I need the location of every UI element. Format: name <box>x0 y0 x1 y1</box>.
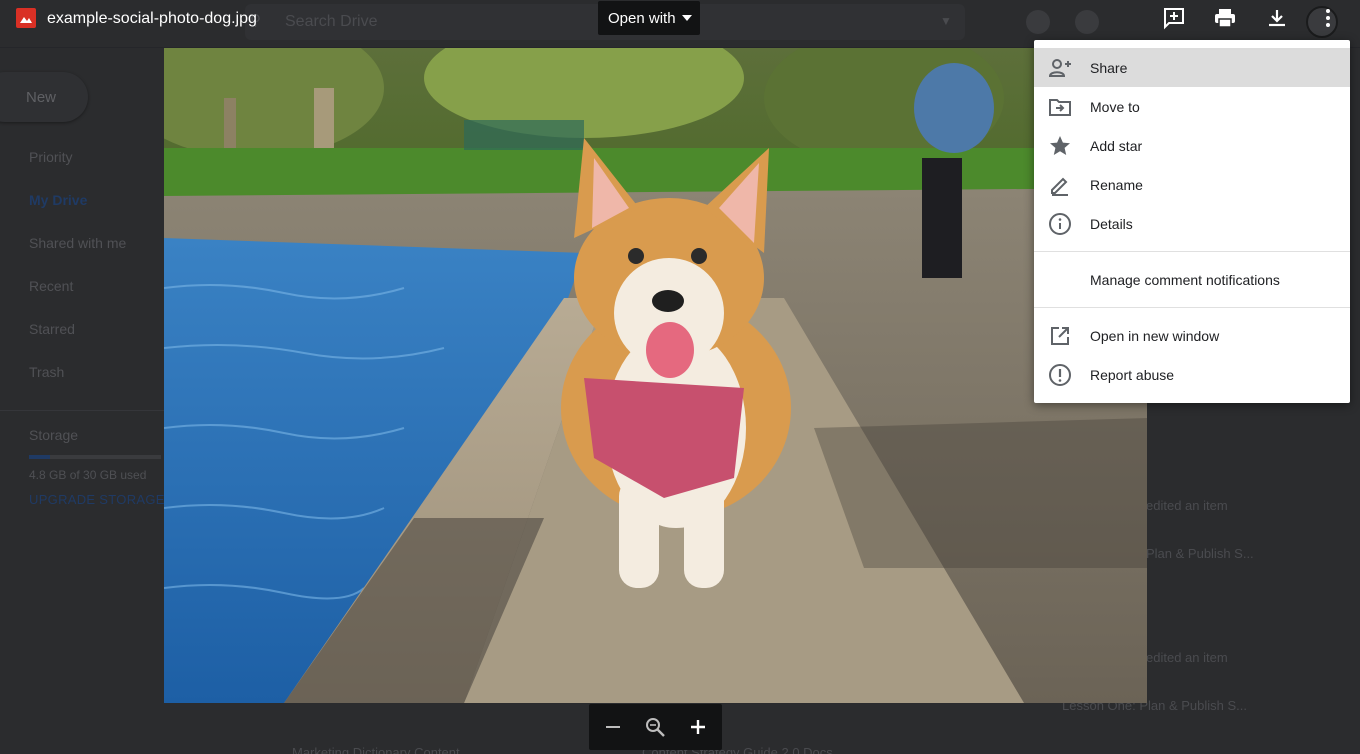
print-icon[interactable] <box>1211 4 1239 32</box>
drive-file-item: Marketing Dictionary Content <box>292 745 460 754</box>
drive-nav-my-drive: My Drive <box>29 192 88 208</box>
move-to-folder-icon <box>1049 99 1071 116</box>
menu-item-move-to[interactable]: Move to <box>1034 87 1350 126</box>
image-file-icon <box>16 8 36 28</box>
more-actions-menu: Share Move to Add star Rename Details Ma… <box>1034 40 1350 403</box>
menu-item-rename[interactable]: Rename <box>1034 165 1350 204</box>
menu-item-details[interactable]: Details <box>1034 204 1350 243</box>
drive-upgrade-link: UPGRADE STORAGE <box>29 492 165 507</box>
drive-new-label: New <box>26 89 57 106</box>
menu-divider <box>1034 307 1350 308</box>
drive-nav-shared: Shared with me <box>29 235 127 251</box>
menu-item-add-star[interactable]: Add star <box>1034 126 1350 165</box>
menu-item-label: Add star <box>1090 137 1143 154</box>
menu-item-label: Move to <box>1090 98 1140 115</box>
more-vert-icon[interactable] <box>1314 4 1342 32</box>
menu-item-label: Rename <box>1090 176 1143 193</box>
file-name: example-social-photo-dog.jpg <box>47 10 257 27</box>
menu-item-open-new-window[interactable]: Open in new window <box>1034 316 1350 355</box>
drive-storage-text: 4.8 GB of 30 GB used <box>29 468 147 482</box>
menu-divider <box>1034 251 1350 252</box>
menu-item-label: Details <box>1090 215 1133 232</box>
menu-item-manage-comment-notifications[interactable]: Manage comment notifications <box>1034 260 1350 299</box>
drive-nav-priority: Priority <box>29 149 73 165</box>
report-icon <box>1049 364 1071 386</box>
drive-storage-bar <box>29 455 161 459</box>
open-with-label: Open with <box>608 9 676 27</box>
person-add-icon <box>1048 59 1071 77</box>
info-icon <box>1049 213 1071 235</box>
open-with-button[interactable]: Open with <box>598 1 700 35</box>
zoom-reset-icon[interactable] <box>640 712 670 742</box>
zoom-toolbar <box>589 704 722 750</box>
drive-storage-label: Storage <box>29 427 79 443</box>
menu-item-label: Report abuse <box>1090 366 1175 383</box>
activity-item: edited an item <box>1146 498 1228 513</box>
add-comment-icon[interactable] <box>1160 4 1188 32</box>
drive-nav-starred: Starred <box>29 321 75 337</box>
drive-nav-divider <box>0 410 165 411</box>
menu-item-report-abuse[interactable]: Report abuse <box>1034 355 1350 394</box>
pencil-icon <box>1051 177 1068 196</box>
zoom-in-icon[interactable] <box>683 712 713 742</box>
drive-nav-trash: Trash <box>29 364 65 380</box>
activity-item: Plan & Publish S... <box>1146 546 1254 561</box>
menu-item-share[interactable]: Share <box>1034 48 1350 87</box>
open-in-new-icon <box>1051 327 1069 345</box>
drive-nav-recent: Recent <box>29 278 74 294</box>
dropdown-arrow-icon <box>681 15 692 21</box>
menu-item-label: Open in new window <box>1090 327 1220 344</box>
download-icon[interactable] <box>1263 4 1291 32</box>
zoom-out-icon[interactable] <box>598 712 628 742</box>
viewer-topbar: example-social-photo-dog.jpg Open with <box>0 0 1360 40</box>
menu-item-label: Share <box>1090 59 1128 76</box>
activity-item: edited an item <box>1146 650 1228 665</box>
menu-item-label: Manage comment notifications <box>1090 271 1280 288</box>
preview-image[interactable] <box>164 48 1147 703</box>
star-icon <box>1050 136 1070 155</box>
